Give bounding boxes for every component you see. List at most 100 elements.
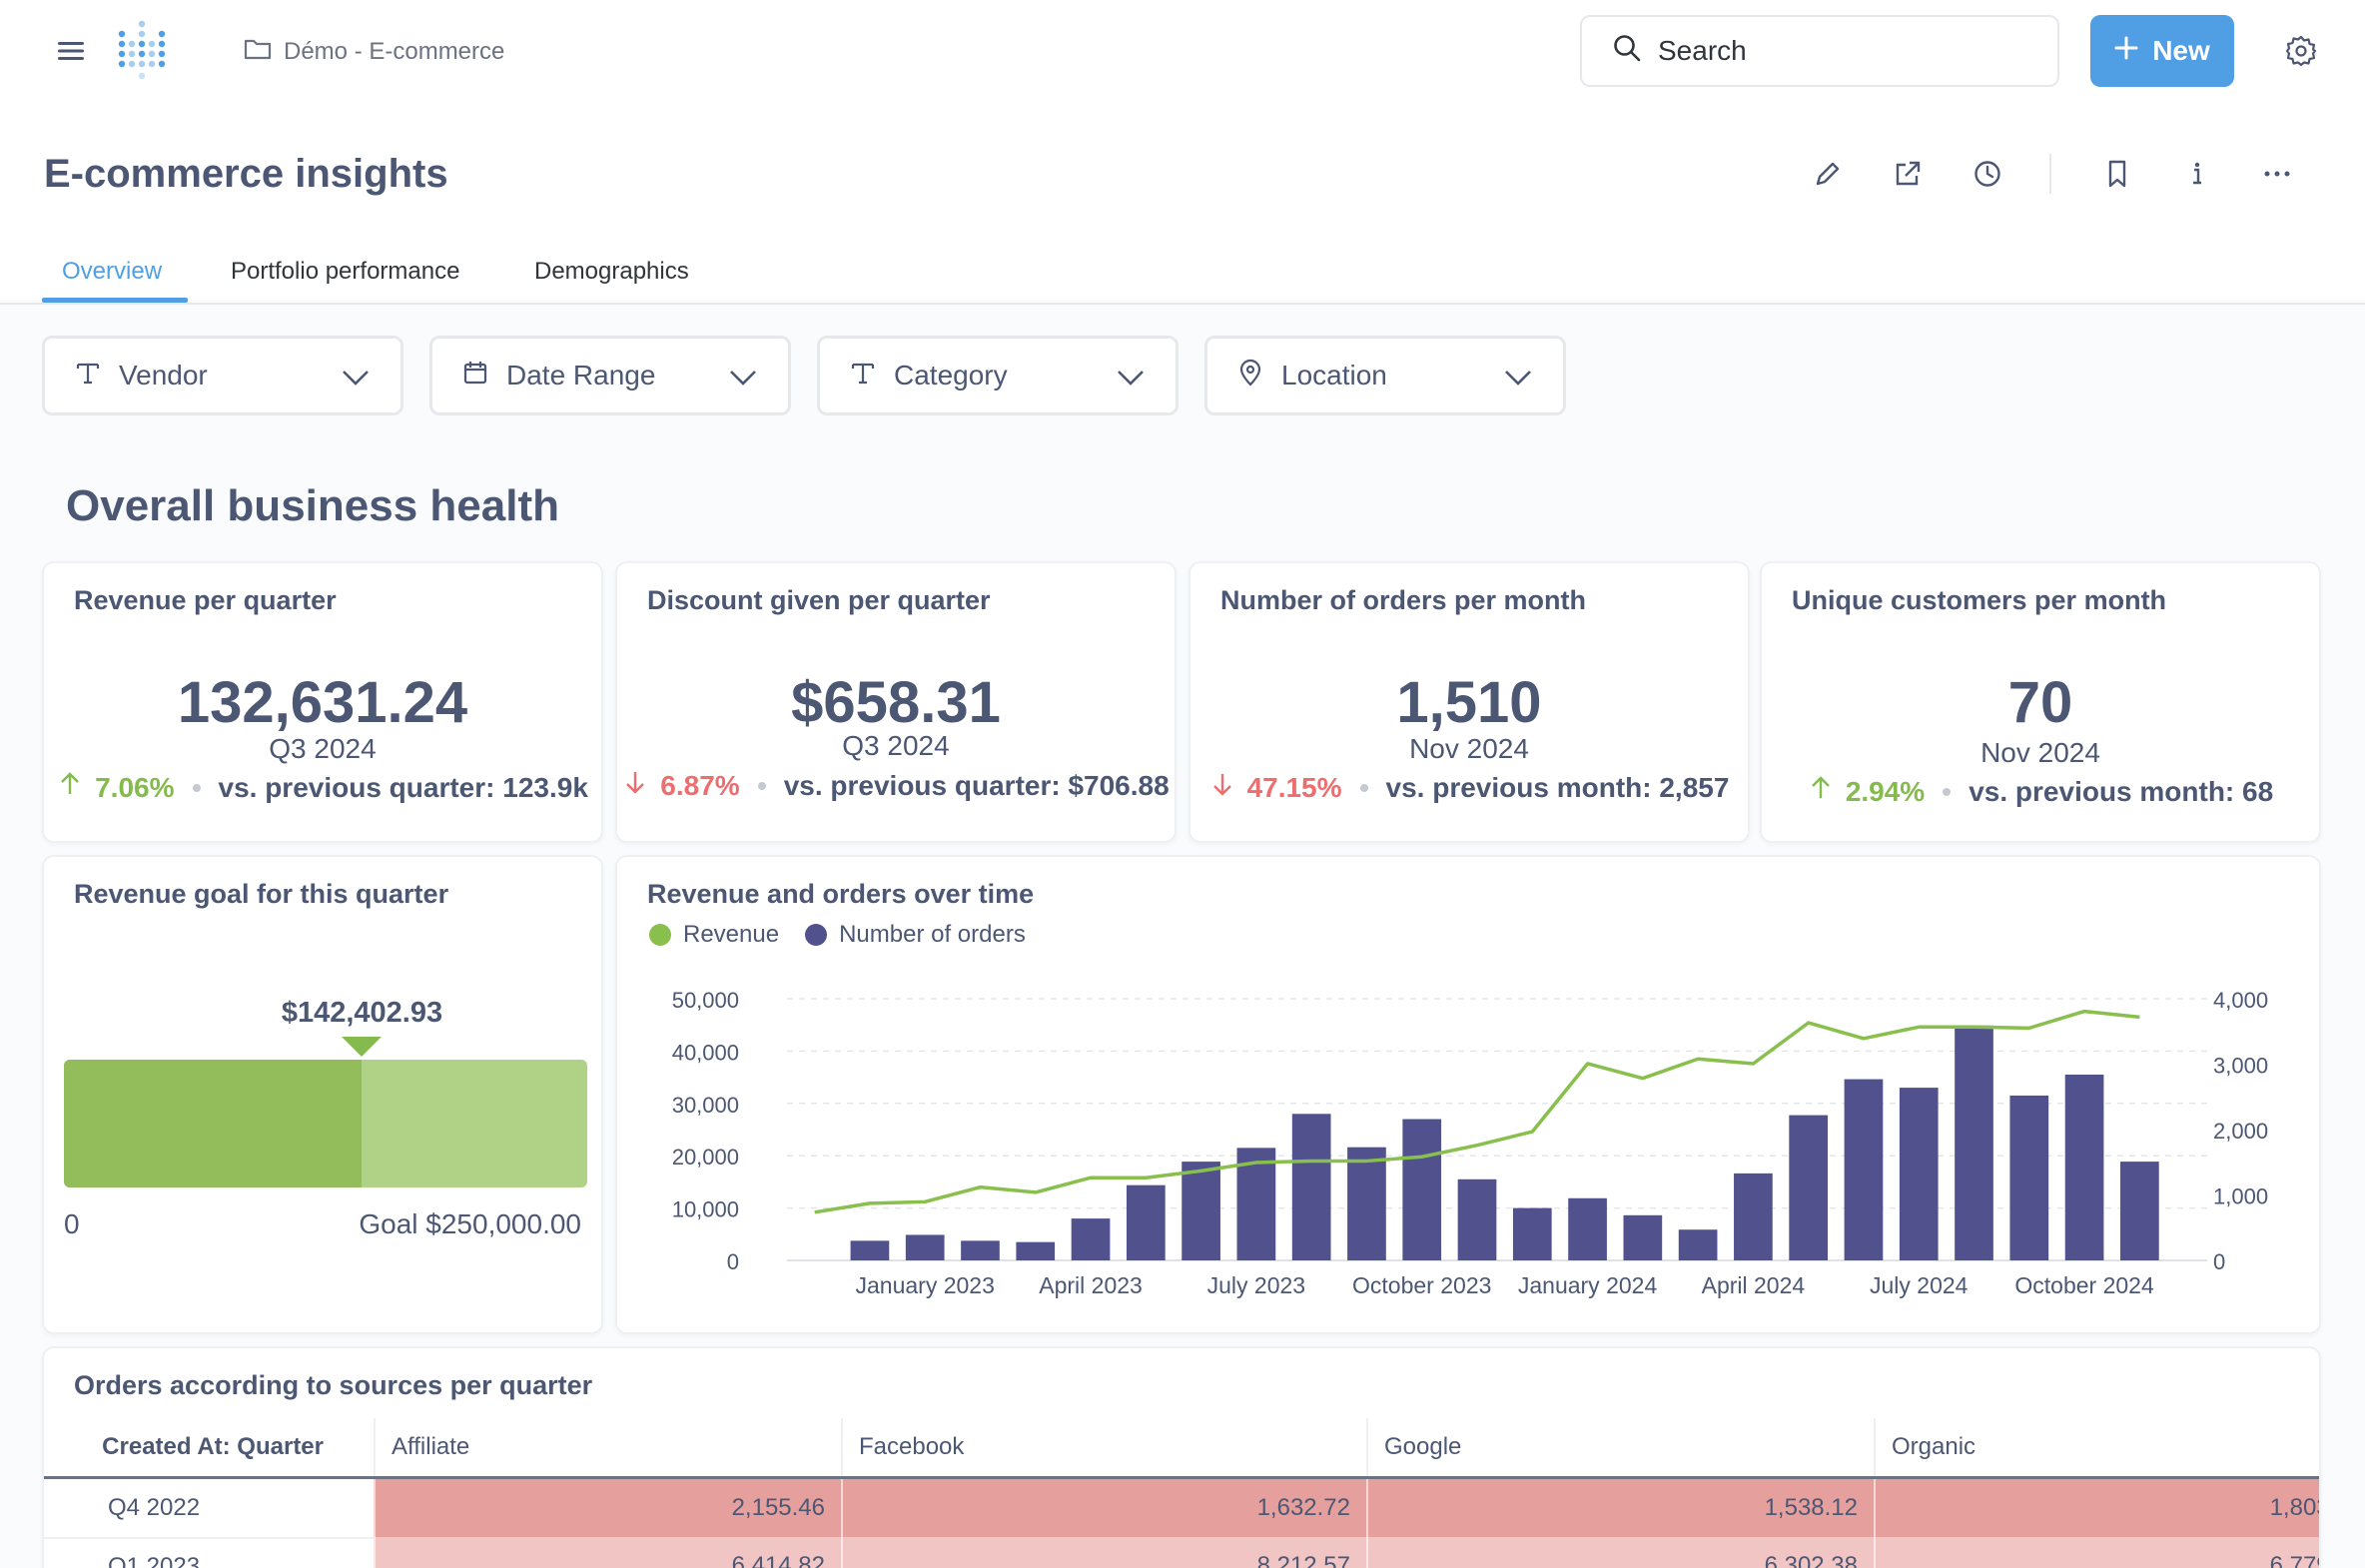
kpi-period: Nov 2024 (1409, 733, 1529, 764)
separator-dot (757, 781, 766, 790)
chevron-down-icon (341, 363, 371, 399)
kpi-card-orders[interactable]: Number of orders per month 1,510 Nov 202… (1188, 561, 1750, 843)
section-heading: Overall business health (66, 481, 559, 530)
goal-max-label: Goal $250,000.00 (359, 1208, 581, 1239)
chevron-down-icon (1503, 363, 1533, 399)
table-card[interactable]: Orders according to sources per quarter … (42, 1346, 2321, 1568)
breadcrumb-folder-label: Démo - E-commerce (284, 38, 505, 65)
orders-bar (1347, 1147, 1386, 1260)
orders-bar (1457, 1178, 1497, 1260)
tab-demographics[interactable]: Demographics (534, 258, 689, 286)
tab-overview[interactable]: Overview (62, 258, 162, 286)
x-tick-label: January 2024 (1518, 1272, 1658, 1298)
y-left-tick-label: 20,000 (672, 1145, 739, 1170)
dashboard-title[interactable]: E-commerce insights (44, 152, 448, 197)
kpi-change: 7.06% (95, 771, 175, 803)
card-title[interactable]: Discount given per quarter (647, 585, 991, 616)
kpi-period: Q3 2024 (269, 733, 377, 764)
filter-location[interactable]: Location (1204, 336, 1566, 415)
kpi-value: $658.31 (791, 670, 1001, 735)
table-cell: 8,212.57 (841, 1537, 1366, 1568)
location-pin-icon (1237, 359, 1263, 393)
x-tick-label: October 2024 (2014, 1272, 2154, 1298)
search-icon (1612, 33, 1642, 70)
column-header[interactable]: Created At: Quarter (44, 1418, 374, 1476)
kpi-comparison: 6.87% vs. previous quarter: $706.88 (617, 769, 1175, 802)
hamburger-menu-icon[interactable] (56, 36, 86, 66)
orders-bar (1844, 1079, 1884, 1260)
kpi-period: Q3 2024 (842, 730, 950, 761)
column-header[interactable]: Google (1366, 1418, 1874, 1476)
y-left-tick-label: 10,000 (672, 1197, 739, 1222)
filter-vendor-label: Vendor (119, 360, 208, 391)
card-title[interactable]: Revenue per quarter (74, 585, 337, 616)
kpi-comparison: 47.15% vs. previous month: 2,857 (1190, 771, 1748, 804)
goal-card[interactable]: Revenue goal for this quarter $142,402.9… (42, 855, 603, 1334)
chart-card[interactable]: Revenue and orders over time Revenue Num… (615, 855, 2321, 1334)
table-cell: 1,803.64 (1874, 1479, 2319, 1537)
clock-history-icon[interactable] (1968, 154, 2007, 194)
separator-dot (1359, 783, 1368, 792)
arrow-down-icon (622, 769, 648, 802)
kpi-value: 1,510 (1396, 670, 1542, 735)
filter-date-range[interactable]: Date Range (429, 336, 791, 415)
orders-bar (1182, 1162, 1220, 1260)
search-input[interactable]: Search (1580, 15, 2059, 87)
filter-location-label: Location (1281, 360, 1387, 391)
card-title[interactable]: Revenue goal for this quarter (74, 879, 448, 910)
tabs-divider (0, 303, 2365, 305)
y-right-tick-label: 3,000 (2213, 1054, 2268, 1079)
goal-min-label: 0 (64, 1208, 80, 1239)
filter-category[interactable]: Category (817, 336, 1179, 415)
goal-progress-fill (64, 1060, 363, 1187)
column-header[interactable]: Affiliate (374, 1418, 841, 1476)
y-right-tick-label: 4,000 (2213, 988, 2268, 1013)
goal-current-value: $142,402.93 (281, 997, 443, 1029)
edit-pencil-icon[interactable] (1808, 154, 1848, 194)
y-left-tick-label: 30,000 (672, 1093, 739, 1118)
info-icon[interactable] (2177, 154, 2217, 194)
new-button-label: New (2152, 35, 2210, 66)
card-title[interactable]: Unique customers per month (1792, 585, 2166, 616)
y-right-tick-label: 0 (2213, 1249, 2225, 1274)
bookmark-icon[interactable] (2097, 154, 2137, 194)
kpi-card-revenue[interactable]: Revenue per quarter 132,631.24 Q3 2024 7… (42, 561, 603, 843)
kpi-compare-text: vs. previous quarter: $706.88 (783, 769, 1170, 801)
table-cell: 6,779.41 (1874, 1537, 2319, 1568)
column-header[interactable]: Organic (1874, 1418, 2319, 1476)
orders-bar (1678, 1229, 1718, 1260)
filter-vendor[interactable]: Vendor (42, 336, 403, 415)
arrow-down-icon (1209, 771, 1235, 804)
x-tick-label: April 2023 (1039, 1272, 1143, 1298)
tab-portfolio-performance[interactable]: Portfolio performance (231, 258, 459, 286)
folder-icon (244, 37, 272, 68)
orders-bar (1623, 1214, 1663, 1260)
kpi-change: 47.15% (1246, 771, 1342, 803)
table-cell: 1,538.12 (1366, 1479, 1874, 1537)
orders-bar (1955, 1025, 1993, 1260)
settings-gear-icon[interactable] (2282, 32, 2320, 70)
more-options-icon[interactable] (2257, 154, 2297, 194)
separator-dot (1943, 787, 1952, 796)
text-type-icon (75, 360, 101, 392)
kpi-value: 132,631.24 (177, 670, 468, 735)
table-title[interactable]: Orders according to sources per quarter (74, 1370, 592, 1401)
kpi-change: 2.94% (1845, 775, 1926, 807)
orders-bar (1789, 1115, 1829, 1260)
x-tick-label: October 2023 (1352, 1272, 1491, 1298)
card-title[interactable]: Number of orders per month (1220, 585, 1586, 616)
kpi-change: 6.87% (660, 769, 740, 801)
chevron-down-icon (1116, 363, 1146, 399)
orders-bar (1126, 1184, 1166, 1260)
y-right-tick-label: 1,000 (2213, 1184, 2268, 1209)
kpi-card-customers[interactable]: Unique customers per month 70 Nov 2024 2… (1760, 561, 2321, 843)
breadcrumb[interactable]: Démo - E-commerce (244, 32, 504, 72)
column-header[interactable]: Facebook (841, 1418, 1366, 1476)
new-button[interactable]: New (2090, 15, 2234, 87)
kpi-card-discount[interactable]: Discount given per quarter $658.31 Q3 20… (615, 561, 1177, 843)
kpi-value: 70 (2007, 670, 2073, 735)
table-cell: 6,414.82 (374, 1537, 841, 1568)
metabase-logo[interactable] (116, 20, 172, 82)
share-external-icon[interactable] (1888, 154, 1928, 194)
orders-bar (2064, 1074, 2104, 1260)
